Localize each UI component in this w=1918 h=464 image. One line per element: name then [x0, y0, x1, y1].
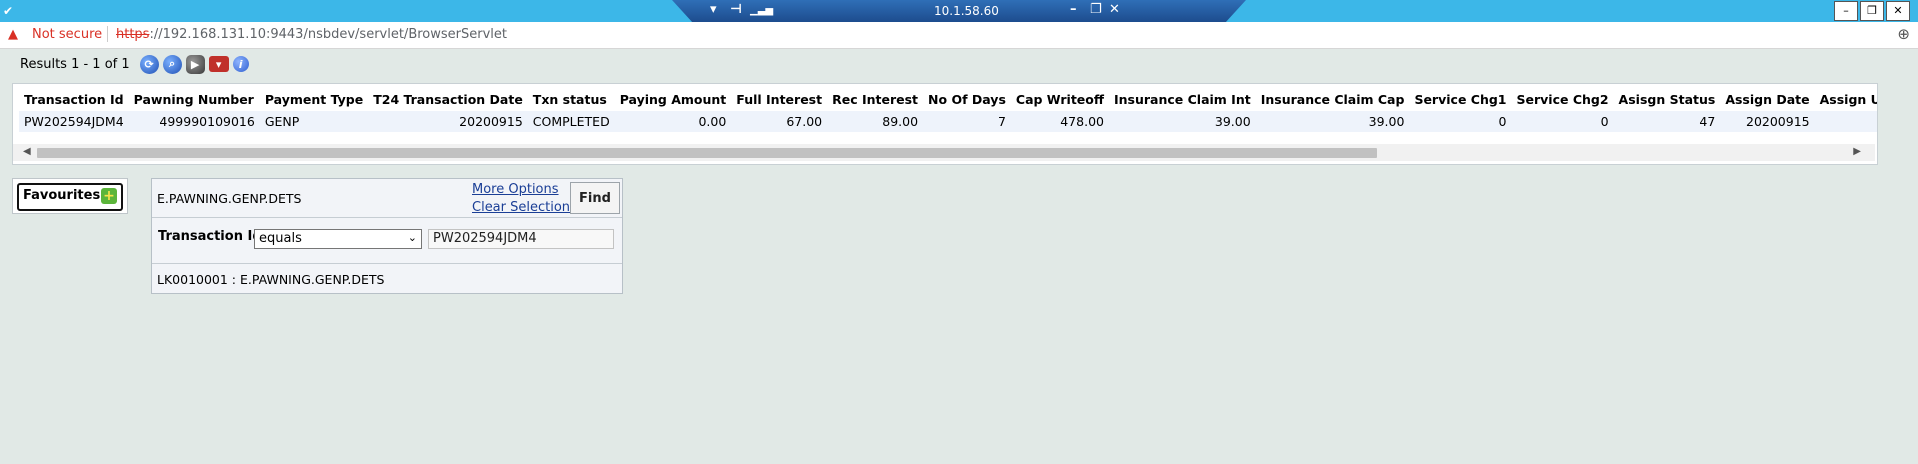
minimize-icon[interactable]: – [1070, 2, 1077, 17]
divider [107, 26, 108, 42]
security-label[interactable]: Not secure [32, 27, 102, 42]
url-text[interactable]: https://192.168.131.10:9443/nsbdev/servl… [116, 27, 507, 42]
signal-icon: ▁▃▅ [750, 5, 774, 16]
table-cell: 499990109016 [128, 111, 260, 132]
results-panel: Transaction Id Pawning Number Payment Type… [12, 83, 1878, 165]
column-header: Pawning Number [133, 92, 254, 107]
search-icon[interactable]: ⌕ [162, 54, 182, 74]
column-header: Assign Date [1725, 92, 1810, 107]
results-table: Transaction Id Pawning Number Payment Type… [19, 88, 1877, 132]
window-controls: – ❐ ✕ [1834, 1, 1910, 21]
enquiry-name: E.PAWNING.GENP.DETS [157, 191, 302, 206]
horizontal-scrollbar[interactable]: ◀ ▶ [13, 144, 1875, 161]
table-cell: 67.00 [731, 111, 828, 132]
operator-value: equals [259, 231, 302, 246]
table-cell: COMPLETED [527, 111, 615, 132]
divider [152, 217, 622, 218]
column-header: T24 Transaction Date [373, 92, 523, 107]
minimize-icon[interactable]: – [1834, 1, 1858, 21]
column-header: Service Chg2 [1516, 92, 1609, 107]
restore-icon[interactable]: ❐ [1860, 1, 1884, 21]
table-cell: 0 [1409, 111, 1512, 132]
remote-desktop-bar: ✔ ▾ ⊣ ▁▃▅ 10.1.58.60 – ❐ ✕ – ❐ ✕ [0, 0, 1918, 22]
table-cell: 478.00 [1010, 111, 1109, 132]
column-header: Txn status [532, 92, 607, 107]
favourites-button[interactable]: Favourites + [17, 183, 123, 211]
clear-selection-link[interactable]: Clear Selection [472, 200, 570, 215]
table-cell: 0 [1511, 111, 1614, 132]
column-header: Service Chg1 [1414, 92, 1507, 107]
column-header: Payment Type [264, 92, 364, 107]
transaction-id-value: PW202594JDM4 [433, 231, 537, 246]
column-header: Paying Amount [619, 92, 727, 107]
dropdown-icon[interactable]: ▾ [710, 2, 717, 17]
close-icon[interactable]: ✕ [1109, 2, 1120, 17]
connection-bar: ▾ ⊣ ▁▃▅ 10.1.58.60 – ❐ ✕ [672, 0, 1246, 22]
results-summary: Results 1 - 1 of 1 [20, 56, 130, 72]
scrollbar-thumb[interactable] [37, 148, 1377, 158]
column-header: Full Interest [736, 92, 823, 107]
favourites-panel: Favourites + [12, 178, 128, 214]
refresh-icon[interactable]: ⟳ [139, 54, 159, 74]
table-header-row: Transaction Id Pawning Number Payment Type… [19, 88, 1877, 111]
column-header: Rec Interest [832, 92, 919, 107]
app-logo-icon: ✔ [3, 4, 14, 18]
add-favourite-icon[interactable]: + [101, 188, 117, 204]
find-button[interactable]: Find [570, 182, 620, 214]
more-options-link[interactable]: More Options [472, 182, 559, 197]
connection-ip: 10.1.58.60 [934, 4, 999, 18]
enquiry-footer: LK0010001 : E.PAWNING.GENP.DETS [157, 272, 385, 287]
chevron-down-icon: ⌄ [407, 231, 417, 244]
zoom-icon[interactable]: ⊕ [1897, 25, 1910, 43]
table-cell: 0.00 [614, 111, 732, 132]
results-toolbar: Results 1 - 1 of 1 ⟳ ⌕ ▶ ▾ i [20, 54, 249, 74]
table-cell: 89.00 [827, 111, 924, 132]
enquiry-selection-box: E.PAWNING.GENP.DETS More Options Clear S… [151, 178, 623, 294]
favourites-label: Favourites [23, 188, 101, 203]
table-cell: 39.00 [1108, 111, 1256, 132]
address-bar[interactable]: ▲ Not secure https://192.168.131.10:9443… [0, 22, 1918, 49]
column-header: Insurance Claim Cap [1260, 92, 1405, 107]
column-header: No Of Days [928, 92, 1006, 107]
column-header: Transaction Id [24, 92, 124, 107]
table-cell: GENP [259, 111, 369, 132]
column-header: Assign User [1819, 92, 1877, 107]
table-cell: 578 [1814, 111, 1877, 132]
url-path: ://192.168.131.10:9443/nsbdev/servlet/Br… [149, 27, 507, 42]
toolbox-icon[interactable]: ▾ [208, 56, 229, 72]
table-cell: 47 [1613, 111, 1721, 132]
url-scheme: https [116, 27, 150, 42]
next-icon[interactable]: ▶ [185, 54, 205, 74]
operator-select[interactable]: equals ⌄ [254, 229, 422, 249]
table-body: PW202594JDM4 499990109016 GENP 20200915 COMP… [19, 111, 1877, 132]
scroll-right-icon[interactable]: ▶ [1853, 146, 1861, 157]
warning-icon[interactable]: ▲ [8, 27, 18, 42]
info-icon[interactable]: i [232, 56, 249, 72]
field-label: Transaction Id [158, 229, 262, 244]
restore-icon[interactable]: ❐ [1090, 2, 1102, 17]
column-header: Asisgn Status [1618, 92, 1716, 107]
transaction-id-input[interactable]: PW202594JDM4 [428, 229, 614, 249]
table-cell: 7 [923, 111, 1011, 132]
table-cell: PW202594JDM4 [19, 111, 129, 132]
scroll-left-icon[interactable]: ◀ [23, 146, 31, 157]
close-icon[interactable]: ✕ [1886, 1, 1910, 21]
column-header: Cap Writeoff [1015, 92, 1104, 107]
table-cell: 20200915 [1720, 111, 1815, 132]
table-cell: 20200915 [368, 111, 528, 132]
divider [152, 263, 622, 264]
table-cell: 39.00 [1255, 111, 1410, 132]
results-scroll-area: Transaction Id Pawning Number Payment Type… [13, 84, 1877, 140]
pin-icon[interactable]: ⊣ [730, 2, 742, 17]
table-row[interactable]: PW202594JDM4 499990109016 GENP 20200915 COMP… [19, 111, 1877, 132]
column-header: Insurance Claim Int [1113, 92, 1251, 107]
